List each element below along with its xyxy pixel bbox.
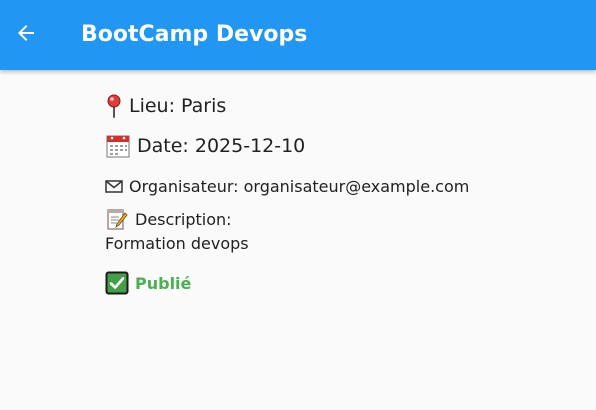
lieu-row: Lieu: Paris [105,90,575,122]
event-details: Lieu: Paris Date: 2025-12-10 Organisateu… [105,90,575,298]
app-bar: BootCamp Devops [0,0,596,70]
description-label-row: Description: [105,206,575,232]
date-row: Date: 2025-12-10 [105,130,575,162]
page-title: BootCamp Devops [81,22,308,47]
organisateur-text: Organisateur: organisateur@example.com [129,176,470,196]
envelope-icon [105,179,123,193]
calendar-icon [105,133,131,159]
description-label: Description: [135,209,232,229]
lieu-text: Lieu: Paris [129,95,227,117]
status-badge: Publié [105,268,575,298]
back-button[interactable] [10,19,42,51]
pin-icon [105,94,123,118]
arrow-back-icon [14,21,38,49]
organisateur-row: Organisateur: organisateur@example.com [105,172,575,200]
check-box-icon [105,271,129,295]
memo-icon [105,207,129,231]
date-text: Date: 2025-12-10 [137,135,306,157]
status-text: Publié [135,273,192,293]
description-text: Formation devops [105,234,249,253]
